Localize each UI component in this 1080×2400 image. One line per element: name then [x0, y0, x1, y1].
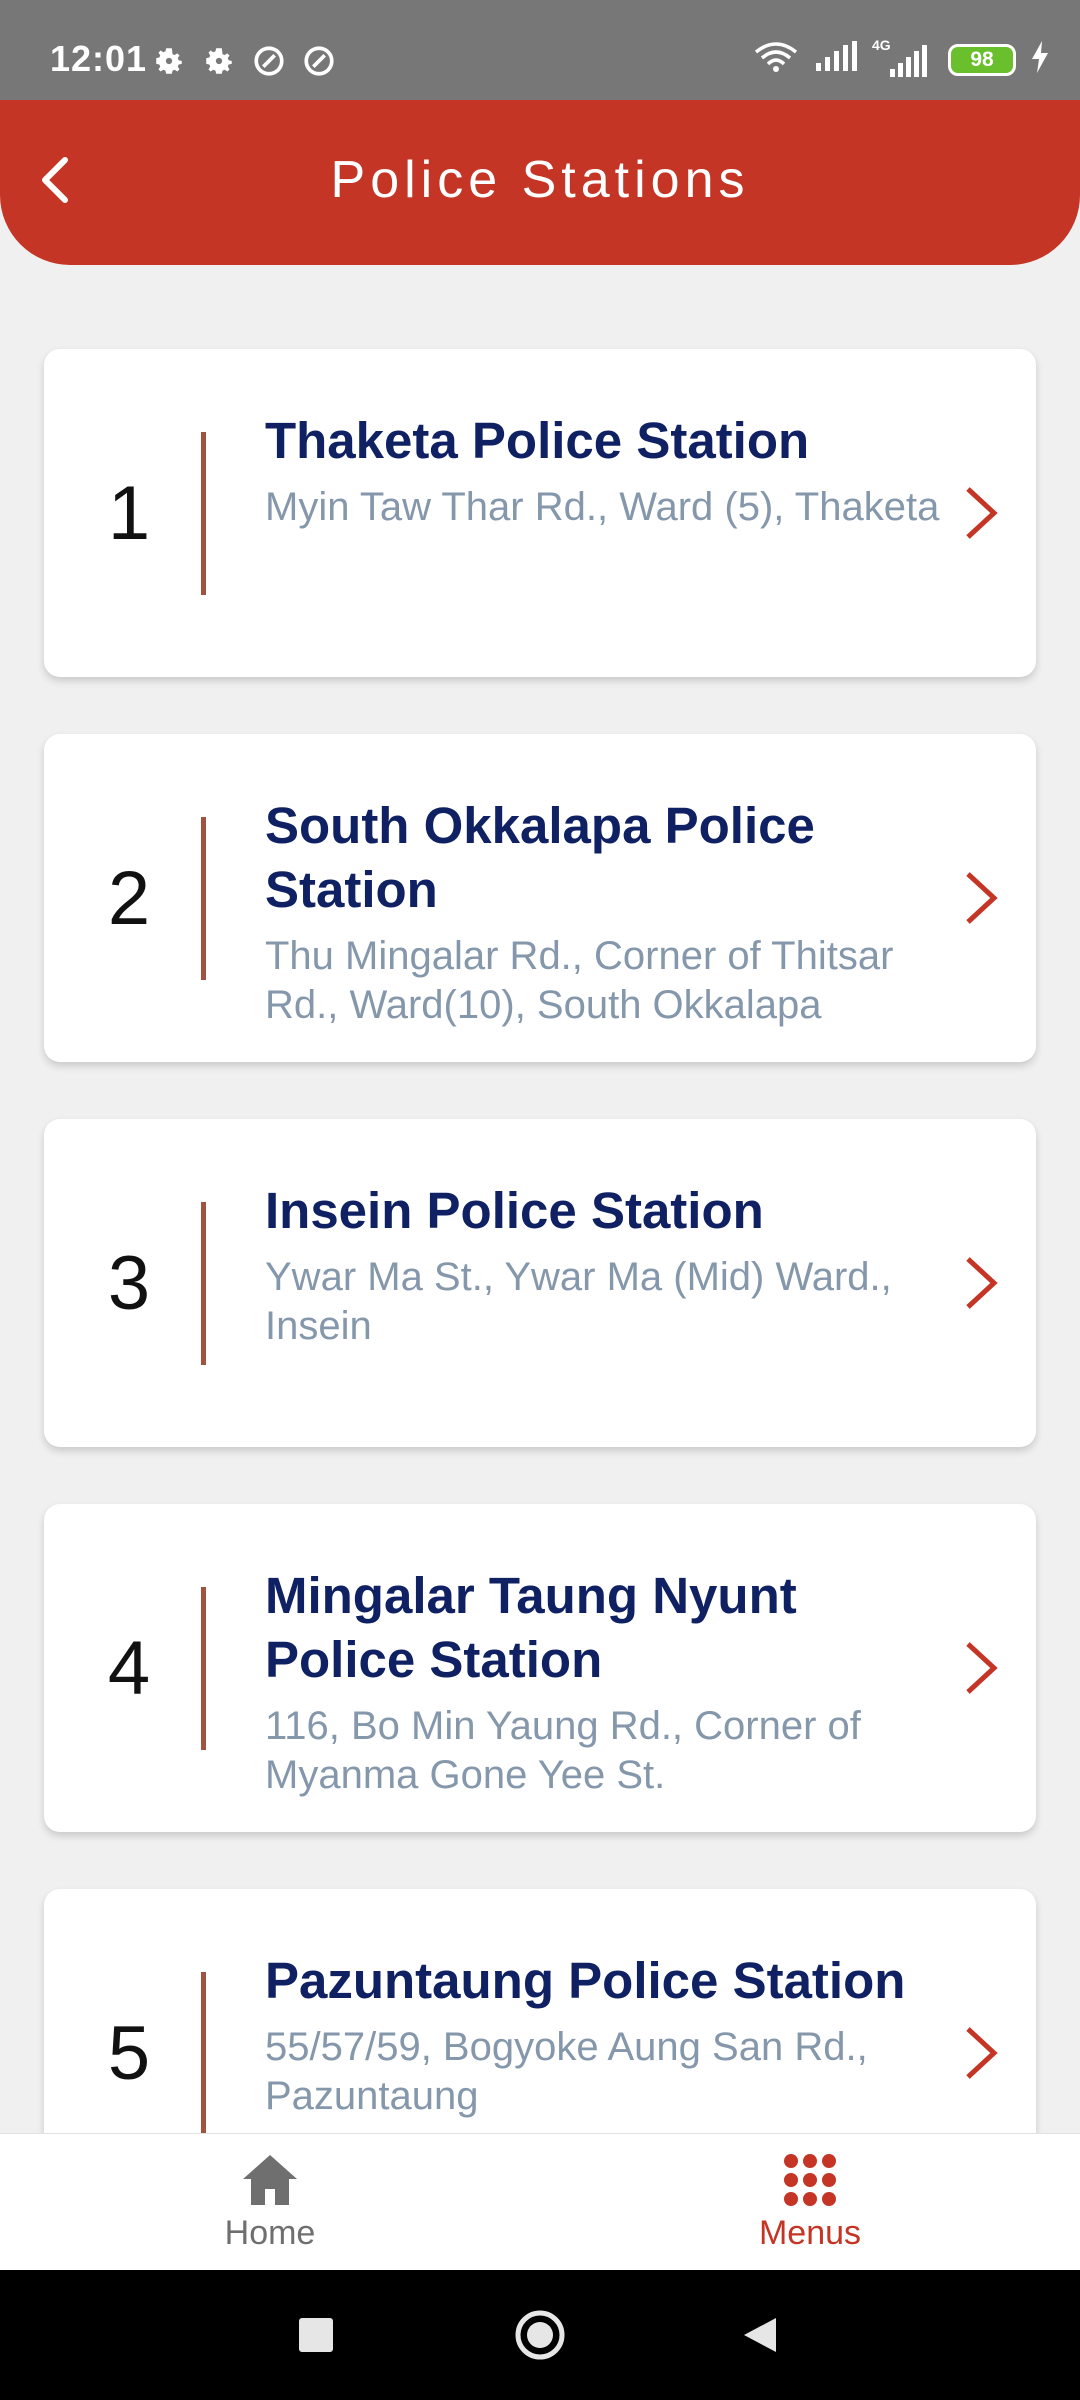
nav-home[interactable]: Home [120, 2134, 420, 2271]
settings-icon [152, 44, 186, 78]
chevron-right-icon[interactable] [952, 1504, 1008, 1832]
card-divider [201, 432, 206, 595]
station-name: South Okkalapa Police Station [265, 797, 815, 918]
charging-icon [1030, 41, 1050, 78]
card-divider [201, 817, 206, 980]
station-list[interactable]: 1 Thaketa Police Station Myin Taw Thar R… [0, 265, 1080, 2133]
back-system-button[interactable] [720, 2295, 800, 2375]
recents-button[interactable] [276, 2295, 356, 2375]
station-card[interactable]: 5 Pazuntaung Police Station 55/57/59, Bo… [44, 1889, 1036, 2133]
station-details: Pazuntaung Police Station 55/57/59, Bogy… [265, 1949, 945, 2121]
station-details: Mingalar Taung Nyunt Police Station 116,… [265, 1564, 945, 1800]
chevron-right-icon[interactable] [952, 349, 1008, 677]
station-address: Myin Taw Thar Rd., Ward (5), Thaketa [265, 485, 940, 529]
grid-dots-icon [784, 2154, 836, 2206]
station-address: Thu Mingalar Rd., Corner of Thitsar Rd.,… [265, 934, 894, 1027]
station-number: 2 [107, 855, 151, 941]
station-card[interactable]: 2 South Okkalapa Police Station Thu Ming… [44, 734, 1036, 1062]
chevron-right-icon[interactable] [952, 734, 1008, 1062]
bottom-nav: Home Menus [0, 2133, 1080, 2270]
page-title: Police Stations [330, 151, 750, 209]
station-number: 4 [107, 1625, 151, 1711]
station-number: 3 [107, 1240, 151, 1326]
station-name: Insein Police Station [265, 1182, 764, 1239]
station-card[interactable]: 3 Insein Police Station Ywar Ma St., Ywa… [44, 1119, 1036, 1447]
status-time: 12:01 [50, 38, 148, 79]
settings-icon [202, 44, 236, 78]
station-number: 1 [107, 470, 151, 556]
station-address: 116, Bo Min Yaung Rd., Corner of Myanma … [265, 1704, 861, 1797]
nav-home-label: Home [224, 2214, 316, 2252]
station-address: 55/57/59, Bogyoke Aung San Rd., Pazuntau… [265, 2025, 868, 2118]
status-system-icons: 4G 98 [752, 37, 1050, 79]
station-name: Pazuntaung Police Station [265, 1952, 906, 2009]
chevron-right-icon[interactable] [952, 1119, 1008, 1447]
system-nav-bar [0, 2270, 1080, 2400]
nav-menus[interactable]: Menus [660, 2134, 960, 2271]
nav-menus-label: Menus [758, 2214, 862, 2252]
card-divider [201, 1972, 206, 2133]
sync-icon [252, 44, 286, 78]
station-details: Insein Police Station Ywar Ma St., Ywar … [265, 1179, 945, 1351]
station-details: Thaketa Police Station Myin Taw Thar Rd.… [265, 409, 945, 532]
station-address: Ywar Ma St., Ywar Ma (Mid) Ward., Insein [265, 1255, 892, 1348]
station-name: Thaketa Police Station [265, 412, 810, 469]
wifi-icon [752, 40, 800, 79]
home-system-button[interactable] [500, 2295, 580, 2375]
station-card[interactable]: 4 Mingalar Taung Nyunt Police Station 11… [44, 1504, 1036, 1832]
sync-icon [302, 44, 336, 78]
circle-icon [515, 2310, 565, 2360]
station-details: South Okkalapa Police Station Thu Mingal… [265, 794, 945, 1030]
app-header: Police Stations [0, 100, 1080, 265]
station-number: 5 [107, 2010, 151, 2096]
battery-icon: 98 [948, 43, 1016, 76]
station-name: Mingalar Taung Nyunt Police Station [265, 1567, 797, 1688]
signal-icon [814, 41, 858, 78]
triangle-back-icon [744, 2318, 776, 2352]
card-divider [201, 1587, 206, 1750]
status-bar: 12:01 4G 98 [0, 0, 1080, 100]
home-icon [243, 2155, 297, 2205]
station-card[interactable]: 1 Thaketa Police Station Myin Taw Thar R… [44, 349, 1036, 677]
signal-4g-icon: 4G [872, 37, 934, 77]
card-divider [201, 1202, 206, 1365]
chevron-right-icon[interactable] [952, 1889, 1008, 2133]
status-notification-icons [152, 44, 336, 78]
square-icon [299, 2318, 333, 2352]
